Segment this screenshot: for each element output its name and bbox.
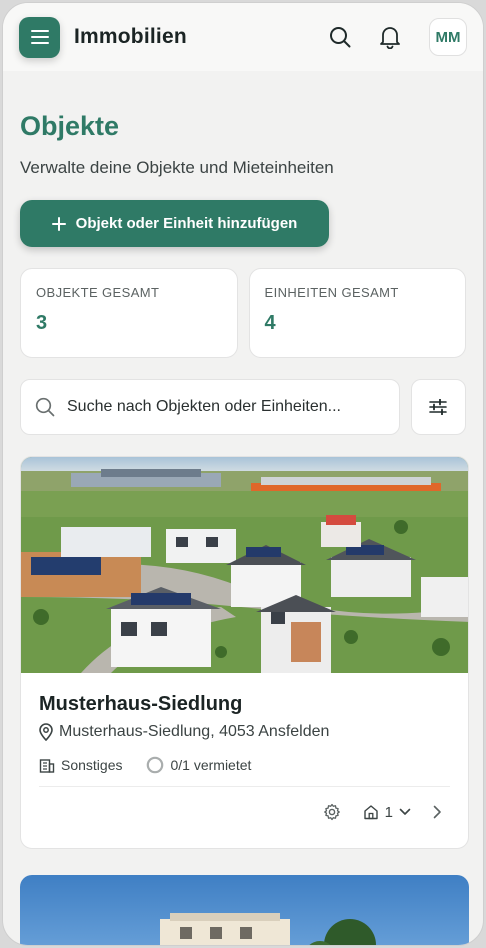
search-box bbox=[20, 379, 400, 435]
object-address: Musterhaus-Siedlung, 4053 Ansfelden bbox=[39, 723, 450, 741]
object-occupancy: 0/1 vermietet bbox=[170, 757, 252, 773]
search-row bbox=[20, 379, 466, 435]
filter-button[interactable] bbox=[410, 379, 466, 435]
building-icon bbox=[39, 759, 55, 773]
search-input[interactable] bbox=[67, 398, 357, 416]
stat-value-units: 4 bbox=[264, 312, 276, 334]
notifications-button[interactable] bbox=[375, 22, 405, 52]
object-photo bbox=[21, 457, 468, 673]
page-subtitle: Verwalte deine Objekte und Mieteinheiten bbox=[20, 158, 334, 177]
open-object-button[interactable] bbox=[433, 805, 442, 819]
object-card-next[interactable] bbox=[20, 875, 469, 945]
search-icon bbox=[330, 27, 351, 48]
home-icon bbox=[363, 805, 378, 820]
add-object-button-label: Objekt oder Einheit hinzufügen bbox=[75, 215, 298, 232]
app-title: Immobilien bbox=[74, 25, 187, 48]
gear-icon bbox=[323, 803, 340, 821]
main-content: Objekte Verwalte deine Objekte und Miete… bbox=[3, 71, 483, 849]
location-pin-icon bbox=[39, 723, 53, 741]
object-meta: Sonstiges 0/1 vermietet bbox=[39, 756, 450, 774]
sliders-icon bbox=[429, 399, 448, 415]
search-icon bbox=[35, 397, 55, 417]
plus-icon bbox=[51, 216, 66, 231]
object-photo-next bbox=[20, 875, 469, 945]
object-card-body: Musterhaus-Siedlung Musterhaus-Siedlung,… bbox=[21, 673, 468, 837]
user-avatar[interactable]: MM bbox=[429, 18, 467, 56]
phone-frame: Immobilien MM Objekte Verwalte deine Obj… bbox=[2, 2, 484, 946]
stat-card-units: EINHEITEN GESAMT 4 bbox=[248, 268, 466, 358]
units-count: 1 bbox=[384, 803, 393, 821]
object-card-actions: 1 bbox=[39, 787, 450, 837]
bell-icon bbox=[380, 27, 400, 49]
chevron-right-icon bbox=[433, 805, 441, 819]
page-title: Objekte bbox=[20, 111, 120, 141]
menu-button[interactable] bbox=[19, 16, 60, 58]
stat-label-objects: OBJEKTE GESAMT bbox=[36, 285, 160, 300]
stat-label-units: EINHEITEN GESAMT bbox=[264, 285, 399, 300]
object-card[interactable]: Musterhaus-Siedlung Musterhaus-Siedlung,… bbox=[20, 456, 469, 849]
object-settings-button[interactable] bbox=[323, 803, 341, 821]
stat-card-objects: OBJEKTE GESAMT 3 bbox=[20, 268, 238, 358]
stats-row: OBJEKTE GESAMT 3 EINHEITEN GESAMT 4 bbox=[20, 268, 466, 358]
object-name: Musterhaus-Siedlung bbox=[39, 693, 243, 715]
object-address-text: Musterhaus-Siedlung, 4053 Ansfelden bbox=[59, 723, 330, 740]
object-type: Sonstiges bbox=[61, 757, 123, 773]
search-button[interactable] bbox=[325, 22, 355, 52]
chevron-down-icon bbox=[399, 808, 411, 815]
menu-icon bbox=[30, 30, 49, 44]
top-app-bar: Immobilien MM bbox=[3, 3, 483, 71]
occupancy-ring-icon bbox=[147, 756, 164, 774]
stat-value-objects: 3 bbox=[36, 312, 48, 334]
add-object-button[interactable]: Objekt oder Einheit hinzufügen bbox=[20, 200, 329, 247]
units-dropdown[interactable]: 1 bbox=[363, 804, 411, 821]
